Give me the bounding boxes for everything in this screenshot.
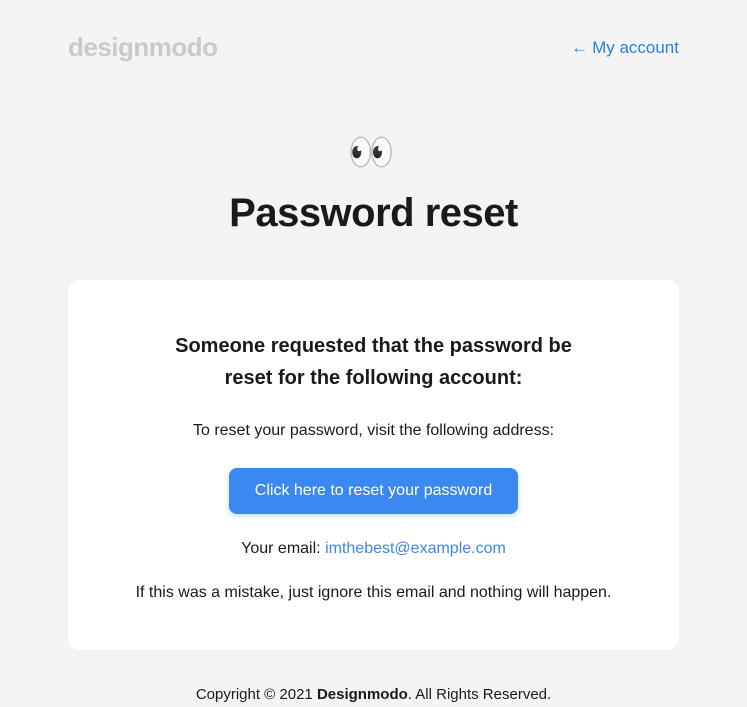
email-label: Your email: [241, 540, 325, 557]
card-heading-line2: reset for the following account: [225, 367, 523, 389]
instruction-text: To reset your password, visit the follow… [108, 422, 639, 440]
eyes-icon: 👀 [68, 131, 679, 175]
footer-brand: Designmodo [317, 686, 408, 703]
arrow-left-icon: ← [571, 38, 588, 58]
my-account-label: My account [592, 38, 679, 57]
footer-prefix: Copyright © 2021 [196, 686, 317, 703]
my-account-link[interactable]: ←My account [571, 38, 679, 58]
email-link[interactable]: imthebest@example.com [325, 540, 506, 557]
footer: Copyright © 2021 Designmodo. All Rights … [68, 686, 679, 703]
logo: designmodo [68, 32, 218, 63]
content-card: Someone requested that the password be r… [68, 280, 679, 650]
email-line: Your email: imthebest@example.com [108, 540, 639, 558]
card-heading-line1: Someone requested that the password be [175, 335, 572, 357]
disclaimer-text: If this was a mistake, just ignore this … [108, 584, 639, 602]
header: designmodo ←My account [68, 32, 679, 63]
card-heading: Someone requested that the password be r… [108, 330, 639, 394]
reset-password-button[interactable]: Click here to reset your password [229, 468, 518, 514]
email-container: designmodo ←My account 👀 Password reset … [0, 0, 747, 703]
footer-suffix: . All Rights Reserved. [408, 686, 551, 703]
hero: 👀 Password reset [68, 131, 679, 236]
page-title: Password reset [68, 191, 679, 236]
